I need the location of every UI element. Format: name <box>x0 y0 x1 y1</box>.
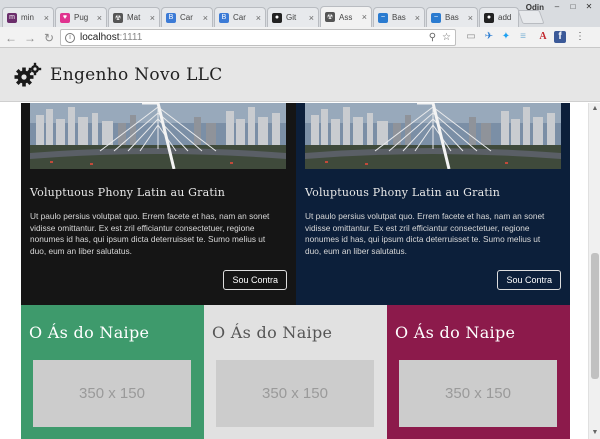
scroll-down-icon[interactable]: ▼ <box>591 429 599 437</box>
url-port: :1111 <box>119 32 143 43</box>
favicon-icon: ~ <box>378 12 388 23</box>
page-content: Voluptuous Phony Latin au Gratin Ut paul… <box>0 103 588 439</box>
info-icon[interactable]: i <box>65 32 75 43</box>
tab-strip: m min × ♥ Pug × ☢ Mat × B Car × B Car × ● Git… <box>0 0 600 27</box>
city-bridge-image <box>30 103 286 169</box>
address-bar[interactable]: i localhost:1111 ⚲ ☆ <box>60 29 456 46</box>
url-text[interactable]: localhost:1111 <box>80 32 423 43</box>
city-bridge-image <box>305 103 561 169</box>
site-title[interactable]: Engenho Novo LLC <box>50 65 223 85</box>
browser-tab[interactable]: m min × <box>2 7 54 27</box>
card-body: Ut paulo persius volutpat quo. Errem fac… <box>305 211 545 256</box>
placeholder-image: 350 x 150 <box>399 360 557 427</box>
close-tab-icon[interactable]: × <box>309 13 314 23</box>
tab-label: min <box>21 13 34 22</box>
browser-tab[interactable]: ● add <box>479 7 519 27</box>
close-tab-icon[interactable]: × <box>256 13 261 23</box>
star-icon[interactable]: ☆ <box>442 32 451 43</box>
scroll-up-icon[interactable]: ▲ <box>591 105 599 113</box>
twitter-icon[interactable]: ✦ <box>500 31 512 43</box>
browser-chrome: m min × ♥ Pug × ☢ Mat × B Car × B Car × ● Git… <box>0 0 600 48</box>
tab-label: Bas <box>392 13 406 22</box>
browser-tab[interactable]: B Car × <box>214 7 266 27</box>
close-tab-icon[interactable]: × <box>468 13 473 23</box>
browser-tab[interactable]: ♥ Pug × <box>55 7 107 27</box>
close-tab-icon[interactable]: × <box>44 13 49 23</box>
browser-toolbar: ← → ↻ i localhost:1111 ⚲ ☆ ▭ ✈ ✦ ≡ A f ⋮ <box>0 27 600 48</box>
close-tab-icon[interactable]: × <box>97 13 102 23</box>
acrobat-icon[interactable]: A <box>537 31 549 43</box>
tab-label: Car <box>233 13 246 22</box>
card-title: Voluptuous Phony Latin au Gratin <box>30 186 226 199</box>
tile-title: O Ás do Naipe <box>212 323 333 342</box>
placeholder-image: 350 x 150 <box>216 360 374 427</box>
tab-label: Ass <box>339 12 353 22</box>
maximize-icon[interactable]: □ <box>566 2 580 12</box>
card-title: Voluptuous Phony Latin au Gratin <box>305 186 501 199</box>
favicon-icon: ● <box>272 12 282 23</box>
placeholder-image: 350 x 150 <box>33 360 191 427</box>
favicon-icon: B <box>166 12 176 23</box>
browser-tab-active[interactable]: ☢ Ass × <box>320 6 372 27</box>
tile-maroon: O Ás do Naipe 350 x 150 <box>387 305 570 439</box>
reload-icon[interactable]: ↻ <box>41 30 57 46</box>
card-body: Ut paulo persius volutpat quo. Errem fac… <box>30 211 270 256</box>
feature-card: Voluptuous Phony Latin au Gratin Ut paul… <box>296 103 570 305</box>
minimize-icon[interactable]: – <box>550 2 564 12</box>
browser-tab[interactable]: B Car × <box>161 7 213 27</box>
url-host: localhost <box>80 32 120 43</box>
tile-title: O Ás do Naipe <box>29 323 150 342</box>
sou-contra-button[interactable]: Sou Contra <box>497 270 561 290</box>
favicon-icon: ● <box>484 12 494 23</box>
tab-label: add <box>498 13 512 22</box>
browser-tab[interactable]: ~ Bas × <box>373 7 425 27</box>
browser-tab[interactable]: ☢ Mat × <box>108 7 160 27</box>
zoom-icon[interactable]: ⚲ <box>429 32 436 43</box>
facebook-icon[interactable]: f <box>554 31 566 43</box>
close-tab-icon[interactable]: × <box>203 13 208 23</box>
favicon-icon: ☢ <box>325 12 335 22</box>
new-tab-button[interactable] <box>517 10 545 24</box>
window-controls: Odin – □ ✕ <box>526 2 596 12</box>
close-tab-icon[interactable]: × <box>362 12 367 22</box>
tile-grey: O Ás do Naipe 350 x 150 <box>204 305 387 439</box>
close-tab-icon[interactable]: × <box>150 13 155 23</box>
favicon-icon: B <box>219 12 229 23</box>
tab-label: Mat <box>127 13 141 22</box>
extension-lines-icon[interactable]: ≡ <box>517 31 529 43</box>
browser-tab[interactable]: ● Git × <box>267 7 319 27</box>
sou-contra-button[interactable]: Sou Contra <box>223 270 287 290</box>
close-window-icon[interactable]: ✕ <box>582 2 596 12</box>
browser-tab[interactable]: ~ Bas × <box>426 7 478 27</box>
arrow-left-icon[interactable]: ← <box>3 30 19 46</box>
tile-title: O Ás do Naipe <box>395 323 516 342</box>
page-scrollbar[interactable]: ▲ ▼ <box>588 103 600 439</box>
extension-icon[interactable]: ▭ <box>465 31 477 43</box>
scrollbar-thumb[interactable] <box>591 253 599 379</box>
close-tab-icon[interactable]: × <box>415 13 420 23</box>
extension-bird-icon[interactable]: ✈ <box>483 31 495 43</box>
favicon-icon: ☢ <box>113 12 123 23</box>
tile-green: O Ás do Naipe 350 x 150 <box>21 305 204 439</box>
gears-icon <box>14 62 42 88</box>
menu-icon[interactable]: ⋮ <box>574 31 586 43</box>
feature-card: Voluptuous Phony Latin au Gratin Ut paul… <box>21 103 296 305</box>
favicon-icon: ~ <box>431 12 441 23</box>
tab-label: Pug <box>74 13 89 22</box>
profile-name[interactable]: Odin <box>526 3 544 12</box>
tab-label: Git <box>286 13 297 22</box>
favicon-icon: m <box>7 12 17 23</box>
tab-label: Bas <box>445 13 459 22</box>
arrow-right-icon[interactable]: → <box>22 30 38 46</box>
favicon-icon: ♥ <box>60 12 70 23</box>
tab-label: Car <box>180 13 193 22</box>
site-header: Engenho Novo LLC <box>0 48 600 102</box>
